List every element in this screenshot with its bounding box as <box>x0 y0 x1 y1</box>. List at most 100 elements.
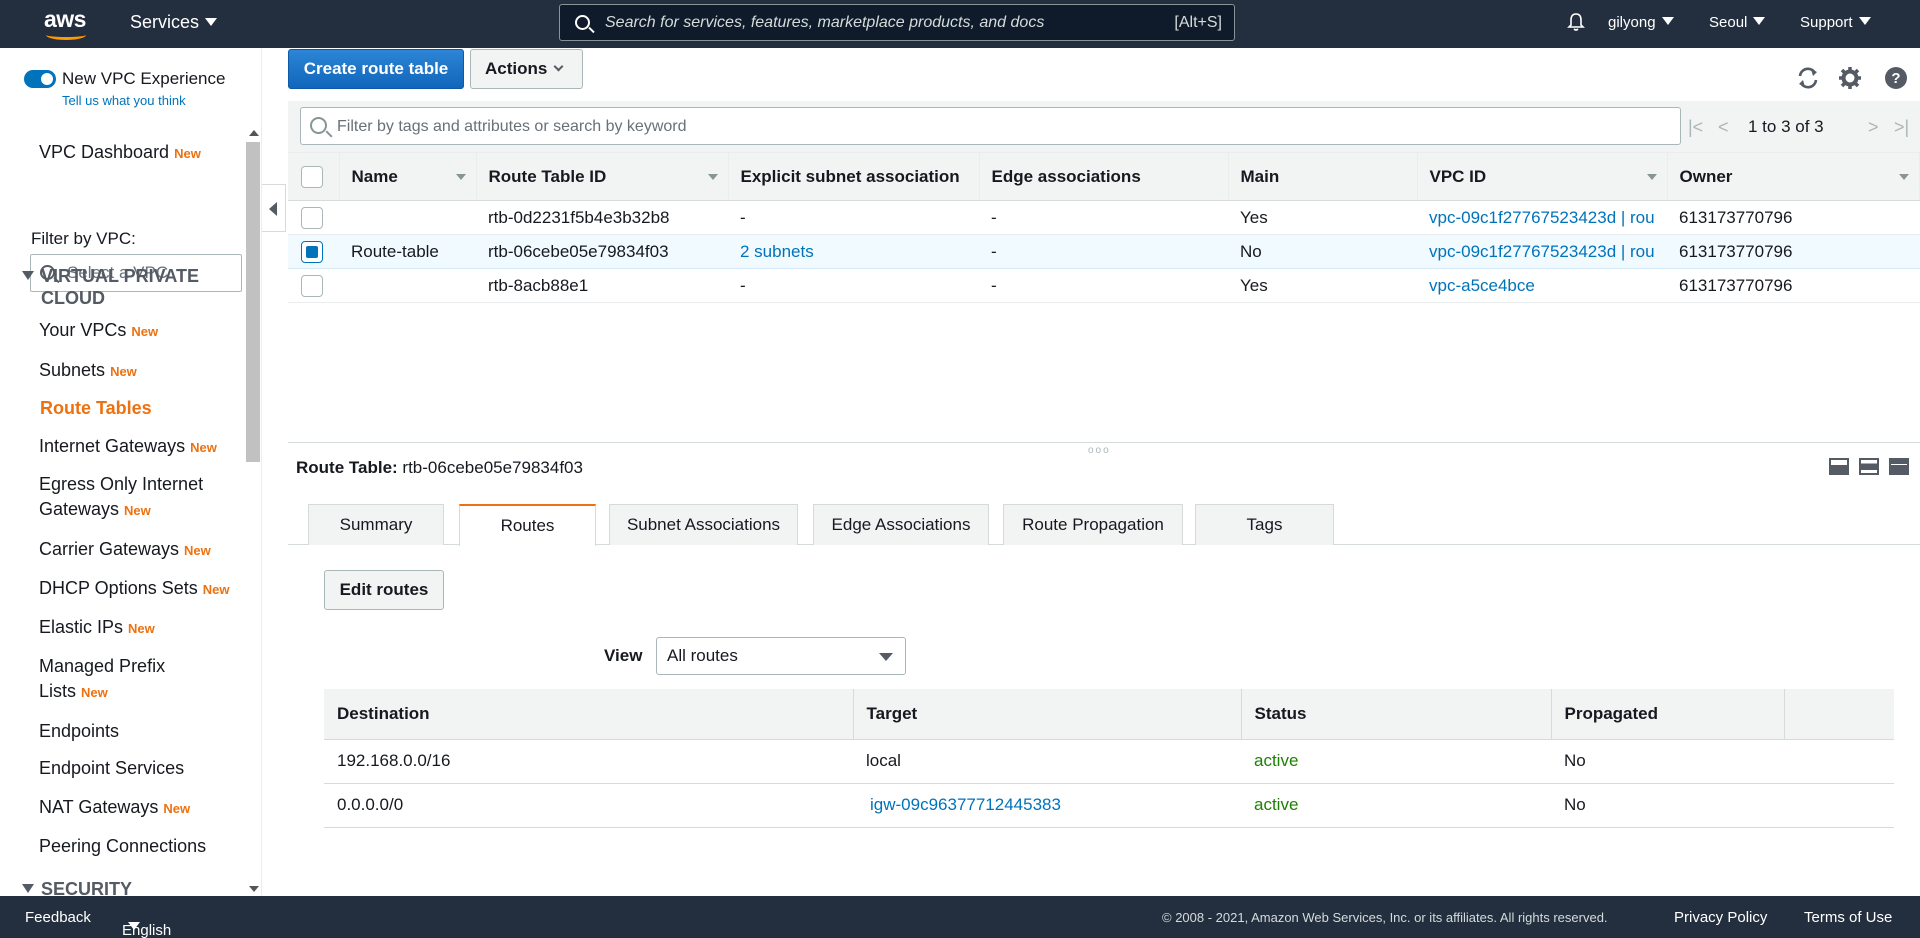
sidebar-item-endpoint-services[interactable]: Endpoint Services <box>39 756 184 781</box>
pane-splitter[interactable] <box>288 442 1920 443</box>
sidebar-item-carrier-gateways[interactable]: Carrier Gateways New <box>39 537 211 563</box>
layout-bottom-pane-icon[interactable] <box>1829 458 1849 475</box>
table-row[interactable]: rtb-0d2231f5b4e3b32b8 - - Yes vpc-09c1f2… <box>288 200 1920 235</box>
row-checkbox[interactable] <box>301 206 323 229</box>
refresh-icon[interactable] <box>1796 66 1820 90</box>
sidebar-item-peering-connections[interactable]: Peering Connections <box>39 834 206 859</box>
sidebar-item-vpc-dashboard[interactable]: VPC Dashboard New <box>39 140 201 166</box>
tab-subnet-associations[interactable]: Subnet Associations <box>609 504 798 545</box>
actions-button[interactable]: Actions <box>470 49 583 89</box>
first-page-icon[interactable]: |< <box>1688 117 1703 138</box>
select-all-checkbox[interactable] <box>301 165 323 188</box>
scrollbar-thumb[interactable] <box>246 142 260 462</box>
sidebar-item-internet-gateways[interactable]: Internet Gateways New <box>39 434 217 460</box>
sidebar-item-subnets[interactable]: Subnets New <box>39 358 137 384</box>
table-row-selected[interactable]: Route-table rtb-06cebe05e79834f03 2 subn… <box>288 234 1920 269</box>
tell-us-link[interactable]: Tell us what you think <box>62 93 186 108</box>
col-owner[interactable]: Owner <box>1667 152 1920 201</box>
row-checkbox-checked[interactable] <box>301 240 323 263</box>
cell-edge: - <box>979 234 1228 269</box>
col-status[interactable]: Status <box>1241 689 1552 740</box>
cell-propagated: No <box>1551 739 1784 784</box>
help-icon[interactable]: ? <box>1884 66 1908 90</box>
col-target[interactable]: Target <box>853 689 1242 740</box>
col-route-table-id[interactable]: Route Table ID <box>476 152 729 201</box>
col-label: Route Table ID <box>488 166 607 186</box>
sidebar-item-route-tables[interactable]: Route Tables <box>40 396 152 421</box>
search-shortcut: [Alt+S] <box>1174 14 1222 31</box>
col-propagated[interactable]: Propagated <box>1551 689 1785 740</box>
global-search-input[interactable]: Search for services, features, marketpla… <box>559 4 1235 41</box>
filter-by-vpc-label: Filter by VPC: <box>31 229 136 248</box>
next-page-icon[interactable]: > <box>1868 117 1879 138</box>
col-name[interactable]: Name <box>339 152 477 201</box>
new-badge: New <box>202 582 230 597</box>
tab-tags[interactable]: Tags <box>1195 504 1334 545</box>
caret-down-icon <box>1753 17 1766 25</box>
settings-gear-icon[interactable] <box>1838 66 1862 90</box>
cell-vpc-link[interactable]: vpc-09c1f27767523423d | rou <box>1417 200 1667 235</box>
tab-route-propagation[interactable]: Route Propagation <box>1003 504 1183 545</box>
cell-destination: 0.0.0.0/0 <box>324 783 853 828</box>
tab-edge-associations[interactable]: Edge Associations <box>813 504 989 545</box>
col-edge-associations[interactable]: Edge associations <box>979 152 1229 201</box>
sidebar-item-egress-only-internet-gateways[interactable]: Egress Only Internet Gateways New <box>39 472 239 523</box>
notifications-bell-icon[interactable] <box>1567 12 1585 32</box>
sidebar-item-label: Elastic IPs <box>39 617 124 637</box>
new-badge: New <box>174 146 201 161</box>
caret-down-icon <box>1661 17 1674 25</box>
cell-vpc-link[interactable]: vpc-09c1f27767523423d | rou <box>1417 234 1667 269</box>
cell-target-link[interactable]: igw-09c96377712445383 <box>853 783 1241 828</box>
row-checkbox[interactable] <box>301 274 323 297</box>
row-checkbox-cell[interactable] <box>288 268 339 303</box>
layout-split-pane-icon[interactable] <box>1859 458 1879 475</box>
collapse-triangle-icon <box>22 271 34 280</box>
actions-label: Actions <box>485 59 548 78</box>
row-checkbox-cell[interactable] <box>288 234 339 269</box>
scroll-up-icon[interactable] <box>249 130 259 136</box>
col-destination[interactable]: Destination <box>324 689 854 740</box>
terms-of-use-link[interactable]: Terms of Use <box>1804 909 1892 926</box>
col-explicit-subnet[interactable]: Explicit subnet association <box>728 152 980 201</box>
tab-summary[interactable]: Summary <box>308 504 444 545</box>
scroll-down-icon[interactable] <box>249 886 259 892</box>
sidebar-collapse-button[interactable] <box>262 184 286 232</box>
select-all-checkbox-cell[interactable] <box>288 152 340 201</box>
aws-logo[interactable]: aws <box>44 6 90 40</box>
cell-vpc-link[interactable]: vpc-a5ce4bce <box>1417 268 1667 303</box>
section-virtual-private-cloud[interactable]: VIRTUAL PRIVATE CLOUD <box>22 265 232 309</box>
row-checkbox-cell[interactable] <box>288 200 339 235</box>
feedback-link[interactable]: Feedback <box>25 909 91 926</box>
caret-down-icon <box>879 653 893 661</box>
sidebar-item-endpoints[interactable]: Endpoints <box>39 719 119 744</box>
prev-page-icon[interactable]: < <box>1718 117 1729 138</box>
sidebar-item-label: Peering Connections <box>39 836 207 856</box>
table-row[interactable]: rtb-8acb88e1 - - Yes vpc-a5ce4bce 613173… <box>288 268 1920 303</box>
layout-full-pane-icon[interactable] <box>1889 458 1909 475</box>
filter-input[interactable]: Filter by tags and attributes or search … <box>300 107 1681 145</box>
tab-routes[interactable]: Routes <box>459 504 596 546</box>
create-route-table-button[interactable]: Create route table <box>288 49 464 89</box>
col-main[interactable]: Main <box>1228 152 1418 201</box>
cell-subnets-link[interactable]: 2 subnets <box>728 234 979 269</box>
view-select[interactable]: All routes <box>656 637 906 675</box>
sidebar-scrollbar[interactable] <box>244 126 261 896</box>
last-page-icon[interactable]: >| <box>1894 117 1909 138</box>
region-menu[interactable]: Seoul <box>1709 14 1766 31</box>
support-menu[interactable]: Support <box>1800 14 1871 31</box>
sidebar-item-elastic-ips[interactable]: Elastic IPs New <box>39 615 155 641</box>
account-menu[interactable]: gilyong <box>1608 14 1674 31</box>
sidebar-item-nat-gateways[interactable]: NAT Gateways New <box>39 795 190 821</box>
sidebar-item-managed-prefix-lists[interactable]: Managed Prefix Lists New <box>39 654 199 705</box>
splitter-grip-icon[interactable]: ooo <box>1088 445 1111 456</box>
edit-routes-button[interactable]: Edit routes <box>324 570 444 610</box>
cell-subnets: - <box>728 268 979 303</box>
services-menu[interactable]: Services <box>130 12 218 33</box>
new-vpc-experience-toggle[interactable] <box>24 70 56 88</box>
col-vpc-id[interactable]: VPC ID <box>1417 152 1668 201</box>
sidebar-item-your-vpcs[interactable]: Your VPCs New <box>39 318 158 344</box>
route-tables-table: Name Route Table ID Explicit subnet asso… <box>288 152 1920 303</box>
section-security[interactable]: SECURITY <box>22 878 132 896</box>
sidebar-item-dhcp-options-sets[interactable]: DHCP Options Sets New <box>39 576 229 602</box>
privacy-policy-link[interactable]: Privacy Policy <box>1674 909 1767 926</box>
